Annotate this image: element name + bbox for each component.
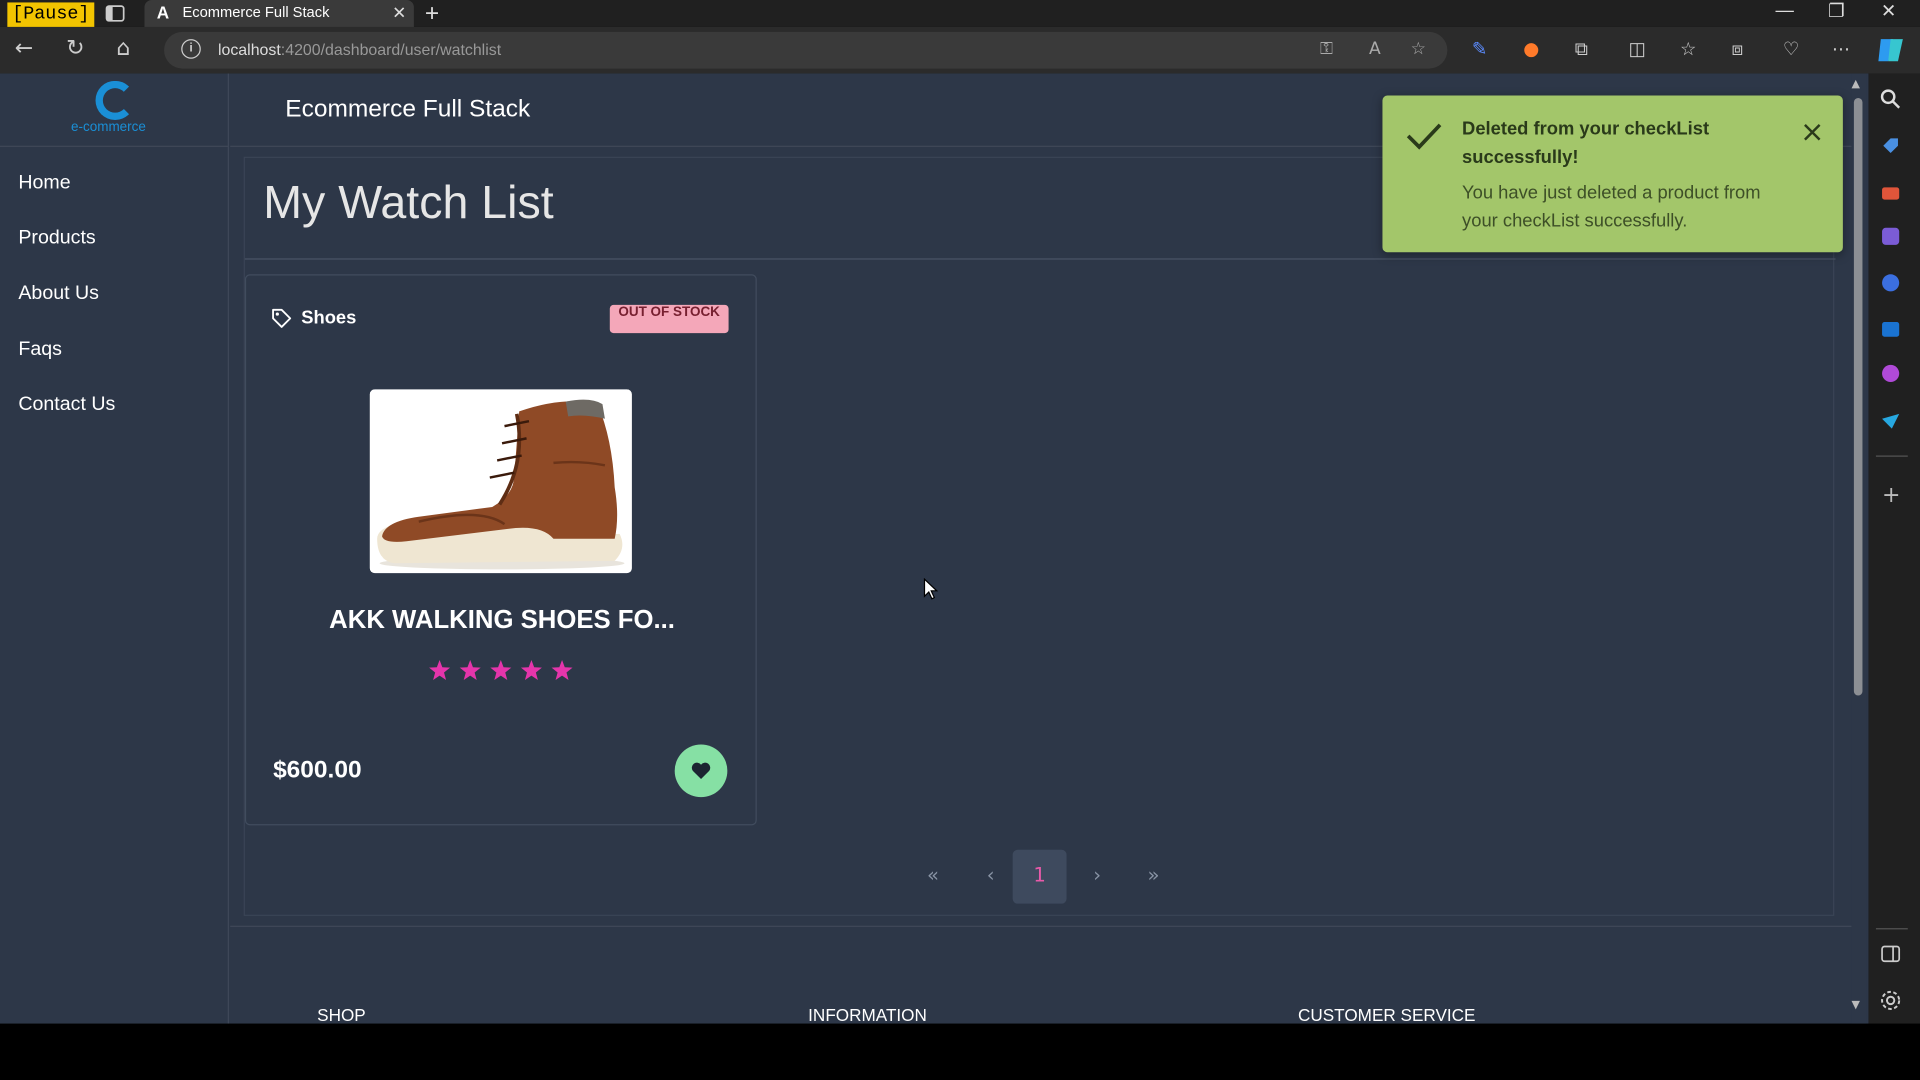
more-menu-icon[interactable]: ⋯ — [1832, 38, 1850, 60]
outlook-icon[interactable] — [1880, 318, 1902, 340]
rating-star-icon — [459, 660, 481, 680]
designer-icon[interactable] — [1880, 362, 1902, 384]
remove-from-watchlist-button[interactable] — [674, 744, 728, 798]
footer-heading-information: INFORMATION — [808, 1005, 927, 1024]
rating-star-icon — [429, 660, 451, 680]
tab-title: Ecommerce Full Stack — [182, 3, 330, 21]
minimize-icon[interactable]: — — [1776, 0, 1794, 21]
sidebar-item-contact-us[interactable]: Contact Us — [18, 394, 115, 416]
games-icon[interactable] — [1880, 225, 1902, 247]
tools-icon[interactable] — [1880, 181, 1902, 203]
key-icon[interactable]: ⚿ — [1320, 39, 1333, 59]
page-title: My Watch List — [263, 177, 554, 229]
last-page-button[interactable]: » — [1127, 850, 1181, 904]
page-scrollbar[interactable]: ▲ ▼ — [1851, 73, 1867, 1024]
prev-page-button[interactable]: ‹ — [964, 850, 1018, 904]
logo-mark-icon — [95, 80, 135, 121]
tab-actions-icon[interactable] — [105, 4, 125, 24]
checkmark-icon — [1406, 123, 1442, 150]
toast-message: You have just deleted a product from you… — [1462, 182, 1761, 232]
product-image[interactable] — [369, 389, 632, 574]
scrollbar-thumb[interactable] — [1853, 97, 1863, 696]
extensions-icon[interactable]: ⧉ — [1575, 38, 1588, 60]
watchlist-panel: My Watch List Shoes OUT OF STOCK AKK WAL… — [243, 156, 1836, 916]
rating-stars — [429, 660, 573, 680]
product-name[interactable]: AKK WALKING SHOES FO... — [246, 606, 758, 635]
hide-sidebar-icon[interactable] — [1880, 943, 1902, 965]
product-price: $600.00 — [273, 756, 362, 784]
back-icon[interactable]: ← — [15, 36, 33, 61]
sidebar-item-products[interactable]: Products — [18, 228, 95, 250]
mouse-cursor-icon — [923, 577, 938, 600]
product-category: Shoes — [301, 307, 357, 329]
add-sidebar-app-icon[interactable]: + — [1882, 482, 1900, 508]
extension-orange-icon[interactable]: ● — [1523, 38, 1539, 60]
title-divider — [244, 258, 1836, 260]
restore-icon[interactable]: ❐ — [1828, 0, 1844, 22]
sidebar-item-home[interactable]: Home — [18, 173, 70, 195]
logo-text: e-commerce — [71, 120, 146, 135]
brand-title: Ecommerce Full Stack — [285, 95, 531, 123]
product-card[interactable]: Shoes OUT OF STOCK AKK WALKING SHOES FO.… — [244, 274, 758, 826]
rating-star-icon — [551, 660, 573, 680]
copilot-icon[interactable] — [1876, 37, 1905, 64]
edge-sidebar: + — [1868, 73, 1920, 1024]
site-info-icon[interactable]: i — [181, 39, 201, 59]
refresh-icon[interactable]: ↻ — [66, 36, 84, 61]
page-1-button[interactable]: 1 — [1012, 849, 1067, 904]
home-icon[interactable]: ⌂ — [116, 36, 130, 61]
edge-search-icon[interactable] — [1880, 88, 1902, 110]
favorites-icon[interactable]: ☆ — [1680, 38, 1696, 60]
toast-close-icon[interactable] — [1800, 120, 1824, 144]
address-bar[interactable]: i localhost:4200/dashboard/user/watchlis… — [164, 31, 1448, 69]
read-aloud-icon[interactable]: A — [1369, 39, 1381, 59]
scroll-down-icon[interactable]: ▼ — [1851, 999, 1859, 1011]
sidebar: e-commerce Home Products About Us Faqs C… — [0, 73, 229, 1024]
edge-sidebar-divider — [1875, 455, 1908, 457]
sidebar-item-faqs[interactable]: Faqs — [18, 339, 62, 361]
settings-gear-icon[interactable] — [1880, 989, 1902, 1011]
bottom-black-bar — [0, 1023, 1920, 1080]
tag-icon — [272, 308, 292, 328]
browser-tab-active[interactable]: A Ecommerce Full Stack ✕ — [144, 0, 414, 27]
scroll-up-icon[interactable]: ▲ — [1851, 78, 1859, 90]
boot-illustration — [369, 389, 632, 574]
first-page-button[interactable]: « — [906, 850, 960, 904]
new-tab-icon[interactable]: + — [425, 0, 439, 28]
url-text[interactable]: localhost:4200/dashboard/user/watchlist — [218, 40, 501, 58]
rating-star-icon — [520, 660, 542, 680]
shopping-tag-icon[interactable] — [1880, 135, 1902, 157]
browser-toolbar: ← ↻ ⌂ i localhost:4200/dashboard/user/wa… — [0, 26, 1920, 74]
collections-icon[interactable]: ⧈ — [1731, 38, 1743, 60]
send-icon[interactable] — [1880, 409, 1902, 431]
stock-badge: OUT OF STOCK — [609, 304, 729, 334]
split-screen-icon[interactable]: ◫ — [1629, 38, 1646, 60]
pause-badge: [Pause] — [7, 2, 95, 27]
heart-icon — [691, 762, 711, 779]
favorite-star-icon[interactable]: ☆ — [1411, 39, 1426, 59]
window-close-icon[interactable]: ✕ — [1881, 0, 1896, 22]
sidebar-item-about-us[interactable]: About Us — [18, 283, 99, 305]
footer-heading-customer-service: CUSTOMER SERVICE — [1297, 1005, 1476, 1024]
edge-sidebar-divider-bottom — [1875, 928, 1908, 930]
logo[interactable]: e-commerce — [0, 73, 229, 147]
copilot-side-icon[interactable] — [1880, 272, 1902, 294]
browser-tab-strip: [Pause] A Ecommerce Full Stack ✕ + — ❐ ✕ — [0, 0, 1920, 27]
toast-title: Deleted from your checkList successfully… — [1462, 118, 1710, 168]
footer: SHOP INFORMATION CUSTOMER SERVICE — [230, 925, 1852, 1024]
next-page-button[interactable]: › — [1070, 850, 1124, 904]
success-toast: Deleted from your checkList successfully… — [1382, 95, 1843, 253]
tab-favicon-icon: A — [156, 2, 170, 23]
tab-close-icon[interactable]: ✕ — [392, 2, 406, 23]
footer-heading-shop: SHOP — [317, 1005, 366, 1024]
pen-extension-icon[interactable]: ✎ — [1472, 38, 1487, 60]
rating-star-icon — [490, 660, 512, 680]
browser-essentials-icon[interactable]: ♡ — [1783, 38, 1799, 60]
